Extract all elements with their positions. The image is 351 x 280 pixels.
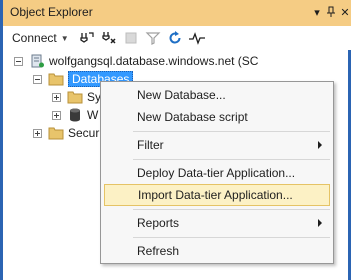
menu-item-new-database[interactable]: New Database... <box>104 84 330 106</box>
close-icon[interactable]: ✕ <box>337 4 351 20</box>
refresh-icon[interactable] <box>166 29 184 47</box>
system-databases-label: Sy <box>87 90 102 104</box>
chevron-down-icon: ▼ <box>60 33 69 43</box>
toolbar: Connect ▼ <box>6 26 351 50</box>
tree-item-security[interactable]: Secur <box>33 124 99 142</box>
panel-title: Object Explorer <box>10 5 93 19</box>
menu-separator <box>133 131 330 132</box>
menu-item-deploy-data-tier[interactable]: Deploy Data-tier Application... <box>104 162 330 184</box>
menu-item-refresh[interactable]: Refresh <box>104 240 330 262</box>
collapse-icon[interactable] <box>14 56 23 66</box>
menu-item-label: Refresh <box>137 244 180 258</box>
connect-icon[interactable] <box>78 29 96 47</box>
menu-item-new-database-script[interactable]: New Database script <box>104 106 330 128</box>
tree-item-system-databases[interactable]: Sy <box>52 88 101 106</box>
menu-separator <box>133 159 330 160</box>
database-label: W <box>87 108 99 122</box>
folder-icon <box>48 73 64 86</box>
stop-icon[interactable] <box>122 29 140 47</box>
database-icon <box>70 108 80 122</box>
submenu-arrow-icon <box>318 219 322 227</box>
security-label: Secur <box>68 126 100 140</box>
disconnect-icon[interactable] <box>100 29 118 47</box>
menu-item-label: Filter <box>137 138 164 152</box>
expand-icon[interactable] <box>52 110 61 120</box>
menu-separator <box>133 237 330 238</box>
connect-label: Connect <box>12 31 57 45</box>
menu-item-label: Import Data-tier Application... <box>138 188 293 202</box>
menu-item-reports[interactable]: Reports <box>104 212 330 234</box>
tree-item-server[interactable]: wolfgangsql.database.windows.net (SC <box>14 52 258 70</box>
tree-item-database[interactable]: W <box>52 106 98 124</box>
connect-button[interactable]: Connect ▼ <box>12 29 69 47</box>
expand-icon[interactable] <box>33 128 42 138</box>
menu-item-label: New Database... <box>137 88 226 102</box>
expand-icon[interactable] <box>52 92 61 102</box>
menu-separator <box>133 209 330 210</box>
title-bar: Object Explorer ▾ ✕ <box>3 0 351 26</box>
context-menu: New Database... New Database script Filt… <box>100 81 334 264</box>
folder-icon <box>67 91 83 104</box>
menu-item-label: New Database script <box>137 110 248 124</box>
server-label: wolfgangsql.database.windows.net (SC <box>49 54 259 68</box>
submenu-arrow-icon <box>318 141 322 149</box>
collapse-icon[interactable] <box>33 74 42 84</box>
server-icon <box>31 54 44 68</box>
menu-item-label: Deploy Data-tier Application... <box>137 166 296 180</box>
activity-monitor-icon[interactable] <box>188 29 206 47</box>
menu-item-filter[interactable]: Filter <box>104 134 330 156</box>
object-explorer-panel: Object Explorer ▾ ✕ Connect ▼ wolfgangsq… <box>0 0 351 280</box>
filter-icon[interactable] <box>144 29 162 47</box>
menu-item-label: Reports <box>137 216 180 230</box>
folder-icon <box>48 127 64 140</box>
menu-item-import-data-tier[interactable]: Import Data-tier Application... <box>104 184 330 206</box>
